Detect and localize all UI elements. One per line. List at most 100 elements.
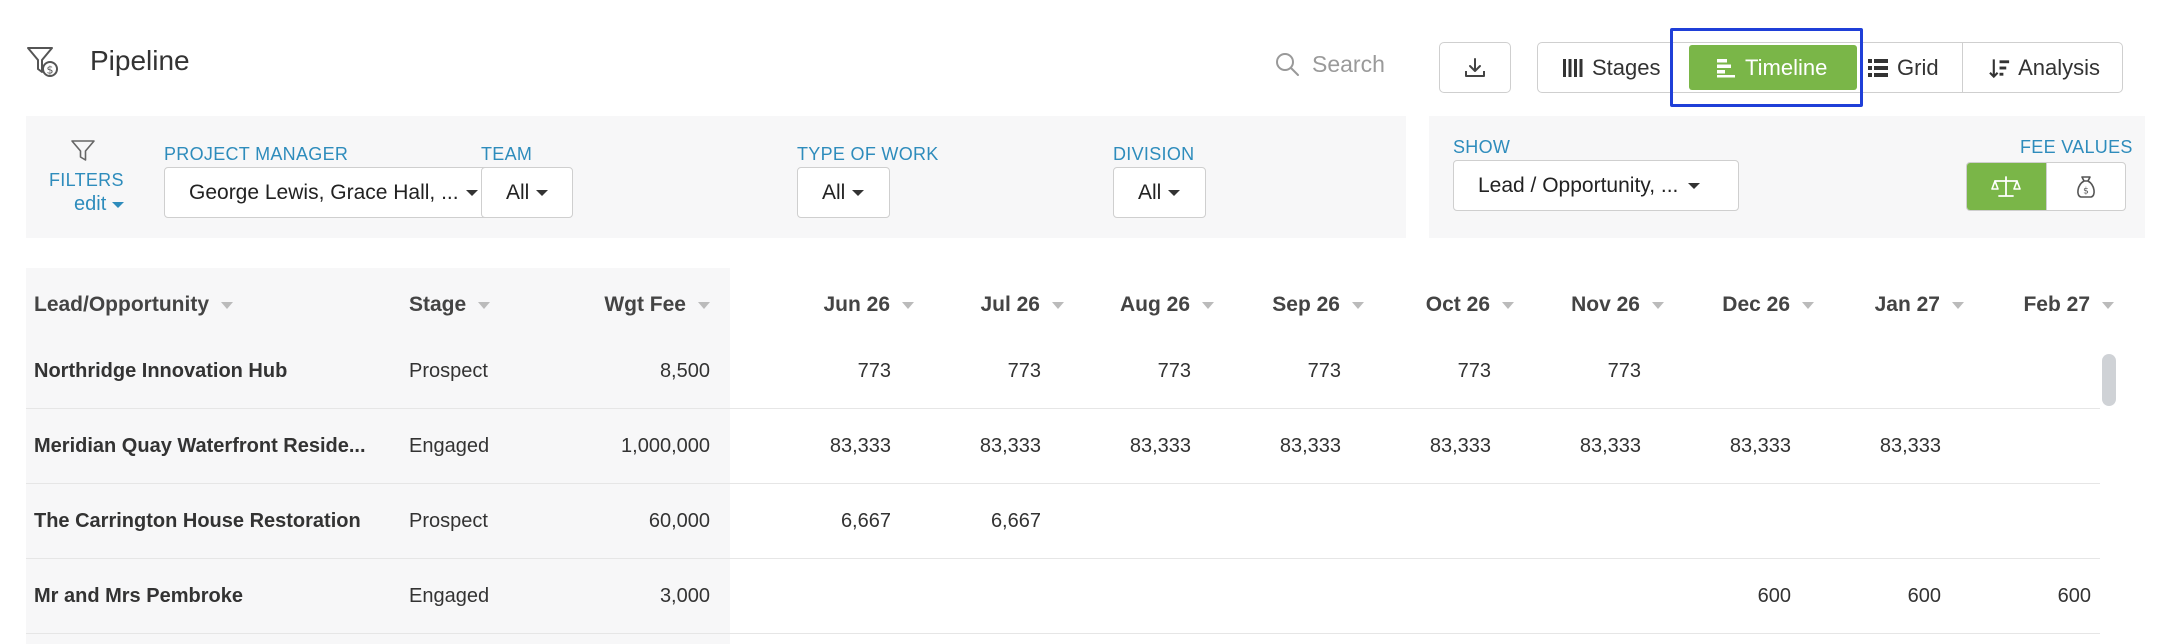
- month-value-cell: 83,333: [1579, 434, 1641, 457]
- month-value-cell: [1811, 484, 1941, 558]
- type-of-work-select[interactable]: All: [797, 167, 890, 218]
- lead-name[interactable]: Mr and Mrs Pembroke: [34, 559, 394, 633]
- division-select[interactable]: All: [1113, 167, 1206, 218]
- weighted-fee-toggle[interactable]: [1967, 163, 2046, 210]
- column-header-month[interactable]: Sep 26: [1194, 268, 1364, 342]
- type-of-work-value: All: [822, 180, 846, 204]
- column-header-month[interactable]: Aug 26: [1044, 268, 1214, 342]
- lead-name[interactable]: Meridian Quay Waterfront Reside...: [34, 409, 394, 483]
- timeline-highlight-outline: [1670, 28, 1863, 107]
- search-icon[interactable]: [1274, 51, 1300, 77]
- grid-label: Grid: [1897, 54, 1939, 80]
- month-value-cell: [911, 559, 1041, 633]
- table-row[interactable]: The Carrington House Restoration Prospec…: [26, 484, 2100, 559]
- column-header-month[interactable]: Jun 26: [744, 268, 914, 342]
- wgt-fee-cell: 8,500: [659, 359, 710, 382]
- filters-label: FILTERS: [49, 170, 124, 190]
- lead-name[interactable]: Northridge Innovation Hub: [34, 334, 394, 408]
- list-grid-icon: [1868, 58, 1888, 77]
- team-label: TEAM: [481, 144, 533, 164]
- month-value-cell: 773: [1307, 359, 1341, 382]
- wgt-fee-cell: 3,000: [659, 584, 710, 607]
- column-header-month[interactable]: Feb 27: [1944, 268, 2114, 342]
- month-value-cell: 83,333: [829, 434, 891, 457]
- project-manager-select[interactable]: George Lewis, Grace Hall, ...: [164, 167, 504, 218]
- search-input[interactable]: Search: [1312, 50, 1385, 78]
- month-value-cell: [1511, 484, 1641, 558]
- column-header-month[interactable]: Jul 26: [894, 268, 1064, 342]
- month-value-cell: 83,333: [979, 434, 1041, 457]
- chevron-down-icon: [536, 189, 549, 196]
- month-value-cell: [1961, 334, 2091, 408]
- sort-icon: [698, 301, 710, 309]
- month-value-cell: 773: [1007, 359, 1041, 382]
- month-value-cell: [1361, 559, 1491, 633]
- month-value-cell: 600: [1907, 584, 1941, 607]
- pipeline-filter-money-icon: $: [27, 47, 58, 77]
- month-value-cell: [1961, 484, 2091, 558]
- table-row[interactable]: Mr and Mrs Pembroke Engaged 3,000 600 60…: [26, 559, 2100, 634]
- svg-text:$: $: [2083, 186, 2089, 196]
- month-value-cell: [1361, 484, 1491, 558]
- sort-icon: [2102, 301, 2114, 309]
- page-title: Pipeline: [90, 45, 190, 76]
- vertical-scrollbar[interactable]: [2102, 354, 2116, 406]
- stages-view-button[interactable]: Stages: [1538, 43, 1683, 92]
- svg-text:$: $: [47, 64, 54, 77]
- sort-icon: [221, 301, 233, 309]
- column-header-month[interactable]: Jan 27: [1794, 268, 1964, 342]
- fee-values-toggle: $: [1966, 162, 2126, 211]
- month-value-cell: 83,333: [1729, 434, 1791, 457]
- column-header-lead[interactable]: Lead/Opportunity: [34, 268, 394, 342]
- chevron-down-icon: [1168, 189, 1181, 196]
- month-value-cell: [1511, 559, 1641, 633]
- table-row[interactable]: Meridian Quay Waterfront Reside... Engag…: [26, 409, 2100, 484]
- column-header-wgt-fee[interactable]: Wgt Fee: [566, 268, 710, 342]
- download-icon: [1465, 57, 1485, 77]
- month-value-cell: [761, 559, 891, 633]
- filter-funnel-icon: [71, 140, 95, 161]
- month-value-cell: 773: [857, 359, 891, 382]
- division-value: All: [1138, 180, 1162, 204]
- download-button[interactable]: [1439, 42, 1511, 93]
- project-manager-label: PROJECT MANAGER: [164, 144, 349, 164]
- month-value-cell: 83,333: [1279, 434, 1341, 457]
- grid-view-button[interactable]: Grid: [1863, 43, 1962, 92]
- month-value-cell: [1061, 484, 1191, 558]
- analysis-view-button[interactable]: Analysis: [1962, 43, 2122, 92]
- chevron-down-icon: [112, 201, 125, 208]
- show-select[interactable]: Lead / Opportunity, ...: [1453, 160, 1739, 211]
- team-select[interactable]: All: [481, 167, 573, 218]
- month-value-cell: [1061, 559, 1191, 633]
- column-header-stage[interactable]: Stage: [409, 268, 559, 342]
- lead-name[interactable]: The Carrington House Restoration: [34, 484, 394, 558]
- show-label: SHOW: [1453, 137, 1511, 157]
- month-value-cell: 773: [1457, 359, 1491, 382]
- weighted-icon: [1991, 175, 2022, 197]
- month-value-cell: [1661, 334, 1791, 408]
- month-value-cell: 600: [2057, 584, 2091, 607]
- month-value-cell: [1811, 334, 1941, 408]
- analysis-label: Analysis: [2018, 54, 2100, 80]
- show-value: Lead / Opportunity, ...: [1478, 173, 1679, 197]
- filters-edit-link[interactable]: edit: [74, 192, 125, 216]
- month-value-cell: 773: [1607, 359, 1641, 382]
- stages-icon: [1563, 58, 1583, 77]
- table-header-row: Lead/Opportunity Stage Wgt Fee Jun 26 Ju…: [26, 268, 2114, 342]
- column-header-month[interactable]: Nov 26: [1494, 268, 1664, 342]
- table-row[interactable]: Northridge Innovation Hub Prospect 8,500…: [26, 334, 2100, 409]
- total-fee-toggle[interactable]: $: [2045, 163, 2126, 210]
- column-header-month[interactable]: Dec 26: [1644, 268, 1814, 342]
- stages-label: Stages: [1592, 54, 1661, 80]
- month-value-cell: [1211, 484, 1341, 558]
- chevron-down-icon: [852, 189, 865, 196]
- stage-cell: Prospect: [409, 359, 488, 382]
- column-header-month[interactable]: Oct 26: [1344, 268, 1514, 342]
- month-value-cell: 6,667: [840, 509, 891, 532]
- team-value: All: [506, 180, 530, 204]
- project-manager-value: George Lewis, Grace Hall, ...: [189, 180, 459, 204]
- sort-icon: [478, 301, 491, 309]
- stage-cell: Engaged: [409, 434, 490, 457]
- stage-cell: Engaged: [409, 584, 490, 607]
- wgt-fee-cell: 1,000,000: [621, 434, 710, 457]
